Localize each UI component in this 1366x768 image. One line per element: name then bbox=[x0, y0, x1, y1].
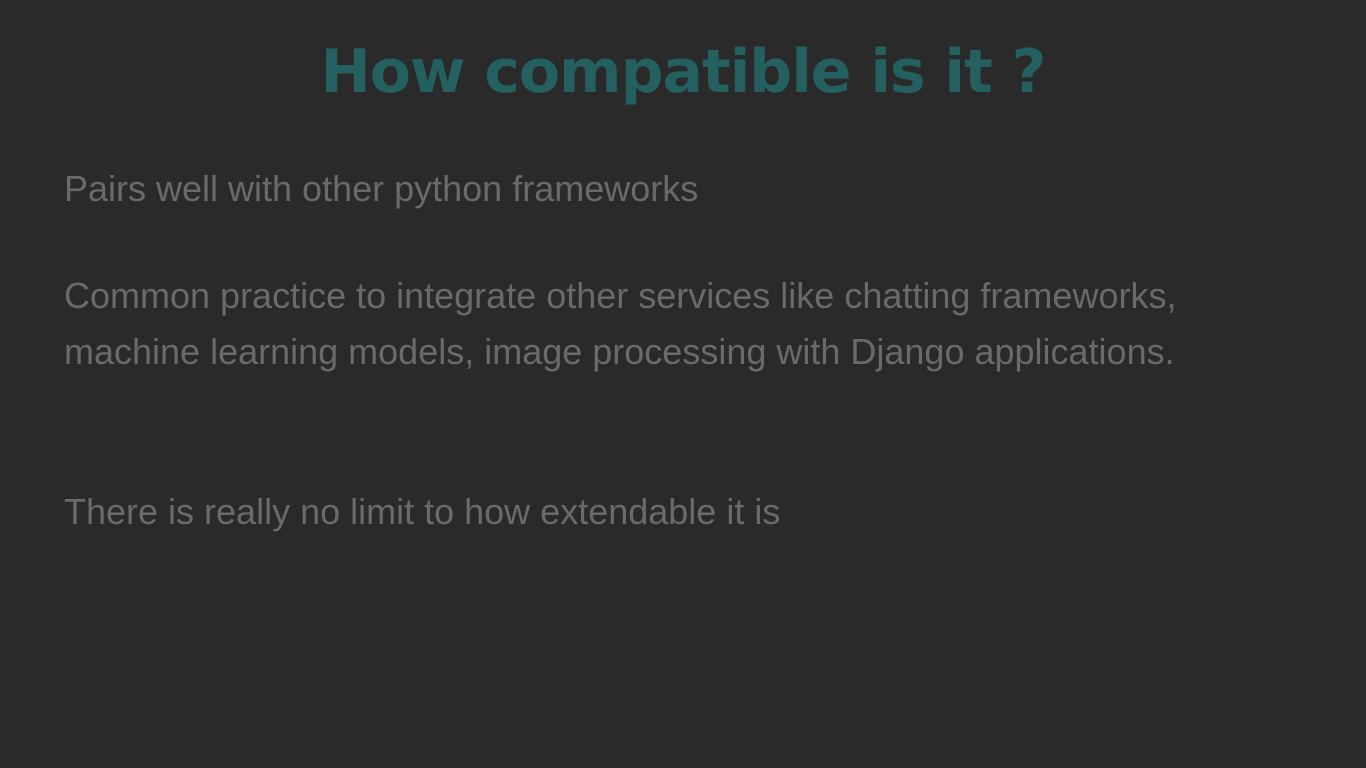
paragraph-frameworks: Pairs well with other python frameworks bbox=[64, 168, 699, 209]
paragraph-extendable: There is really no limit to how extendab… bbox=[64, 491, 781, 532]
slide: How compatible is it ? Pairs well with o… bbox=[0, 0, 1366, 768]
paragraph-integration: Common practice to integrate other servi… bbox=[64, 275, 1177, 372]
slide-title: How compatible is it ? bbox=[320, 37, 1047, 107]
